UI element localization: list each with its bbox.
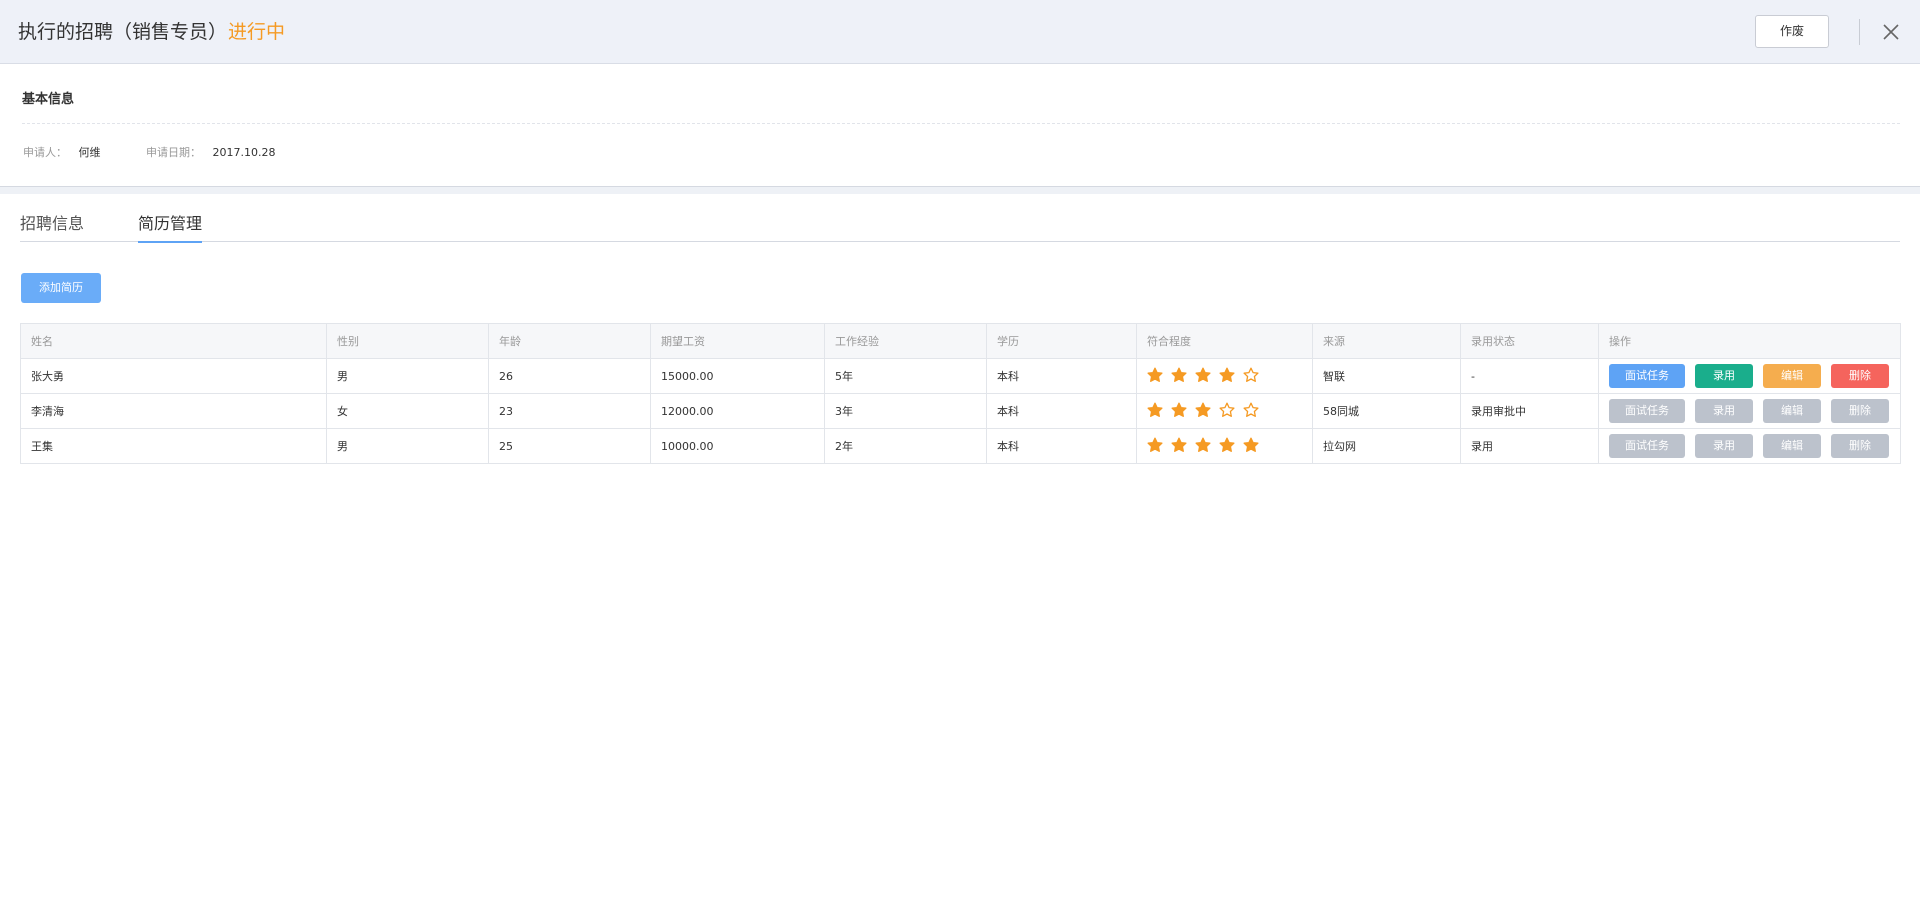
resume-table: 姓名 性别 年龄 期望工资 工作经验 学历 符合程度 来源 录用状态 操作 张大…	[20, 323, 1901, 464]
status-cell: 录用审批中	[1460, 393, 1599, 429]
column-header-education: 学历	[986, 323, 1137, 359]
actions-cell: 面试任务 录用 编辑 删除	[1598, 393, 1901, 429]
source-cell: 智联	[1312, 358, 1461, 394]
match-rating-cell	[1136, 428, 1313, 464]
star-filled-icon	[1219, 367, 1235, 382]
star-filled-icon	[1243, 437, 1259, 452]
experience-cell: 3年	[824, 393, 987, 429]
status-label: 进行中	[228, 21, 286, 43]
name-cell: 王集	[20, 428, 327, 464]
column-header-age: 年龄	[488, 323, 651, 359]
star-empty-icon	[1243, 367, 1259, 382]
page-header: 执行的招聘（销售专员） 进行中 作废	[0, 0, 1920, 64]
tab-resume-management[interactable]: 简历管理	[138, 210, 203, 243]
actions-cell: 面试任务 录用 编辑 删除	[1598, 428, 1901, 464]
salary-cell: 10000.00	[650, 428, 825, 464]
column-header-name: 姓名	[20, 323, 327, 359]
void-button[interactable]: 作废	[1755, 15, 1829, 48]
experience-cell: 5年	[824, 358, 987, 394]
star-filled-icon	[1147, 367, 1163, 382]
star-filled-icon	[1147, 402, 1163, 417]
section-separator	[0, 186, 1920, 194]
star-empty-icon	[1243, 402, 1259, 417]
education-cell: 本科	[986, 428, 1137, 464]
actions-cell: 面试任务 录用 编辑 删除	[1598, 358, 1901, 394]
hire-button[interactable]: 录用	[1695, 364, 1753, 388]
edit-button[interactable]: 编辑	[1763, 434, 1821, 458]
apply-date-label: 申请日期：	[146, 146, 201, 159]
rating-stars	[1147, 402, 1259, 418]
basic-info-section: 基本信息 申请人： 何维 申请日期： 2017.10.28	[0, 64, 1920, 186]
edit-button[interactable]: 编辑	[1763, 399, 1821, 423]
delete-button[interactable]: 删除	[1831, 434, 1889, 458]
name-cell: 李清海	[20, 393, 327, 429]
status-cell: 录用	[1460, 428, 1599, 464]
header-divider	[1859, 19, 1860, 45]
star-filled-icon	[1147, 437, 1163, 452]
table-row: 李清海女 23 12000.00 3年 本科 58同城 录用审批中 面试任务 录用 编辑 删除	[20, 393, 1901, 429]
salary-cell: 15000.00	[650, 358, 825, 394]
table-row: 张大勇男 26 15000.00 5年 本科 智联 - 面试任务 录用 编辑 删除	[20, 358, 1901, 394]
hire-button[interactable]: 录用	[1695, 434, 1753, 458]
page-title: 执行的招聘（销售专员）	[18, 21, 228, 43]
match-rating-cell	[1136, 393, 1313, 429]
experience-cell: 2年	[824, 428, 987, 464]
row-actions: 面试任务 录用 编辑 删除	[1609, 364, 1889, 388]
star-filled-icon	[1195, 367, 1211, 382]
column-header-source: 来源	[1312, 323, 1461, 359]
star-filled-icon	[1171, 367, 1187, 382]
gender-cell: 男	[326, 428, 489, 464]
status-cell: -	[1460, 358, 1599, 394]
star-filled-icon	[1195, 402, 1211, 417]
match-rating-cell	[1136, 358, 1313, 394]
name-cell: 张大勇	[20, 358, 327, 394]
delete-button[interactable]: 删除	[1831, 399, 1889, 423]
age-cell: 23	[488, 393, 651, 429]
age-cell: 26	[488, 358, 651, 394]
rating-stars	[1147, 367, 1259, 383]
close-icon[interactable]	[1880, 21, 1902, 43]
rating-stars	[1147, 437, 1259, 453]
star-filled-icon	[1195, 437, 1211, 452]
education-cell: 本科	[986, 358, 1137, 394]
interview-task-button[interactable]: 面试任务	[1609, 364, 1685, 388]
star-filled-icon	[1171, 402, 1187, 417]
tab-recruitment-info[interactable]: 招聘信息	[20, 210, 84, 242]
star-filled-icon	[1219, 437, 1235, 452]
column-header-salary: 期望工资	[650, 323, 825, 359]
hire-button[interactable]: 录用	[1695, 399, 1753, 423]
delete-button[interactable]: 删除	[1831, 364, 1889, 388]
star-empty-icon	[1219, 402, 1235, 417]
edit-button[interactable]: 编辑	[1763, 364, 1821, 388]
source-cell: 58同城	[1312, 393, 1461, 429]
basic-info-title: 基本信息	[22, 92, 75, 107]
tab-bar: 招聘信息 简历管理	[20, 194, 1900, 243]
applicant-label: 申请人：	[23, 146, 67, 159]
row-actions: 面试任务 录用 编辑 删除	[1609, 434, 1889, 458]
column-header-status: 录用状态	[1460, 323, 1599, 359]
gender-cell: 男	[326, 358, 489, 394]
applicant-value: 何维	[78, 146, 101, 159]
salary-cell: 12000.00	[650, 393, 825, 429]
gender-cell: 女	[326, 393, 489, 429]
table-header-row: 姓名 性别 年龄 期望工资 工作经验 学历 符合程度 来源 录用状态 操作	[20, 323, 1901, 359]
age-cell: 25	[488, 428, 651, 464]
education-cell: 本科	[986, 393, 1137, 429]
divider	[22, 123, 1900, 124]
applicant-field: 申请人： 何维	[23, 144, 101, 160]
row-actions: 面试任务 录用 编辑 删除	[1609, 399, 1889, 423]
apply-date-value: 2017.10.28	[212, 146, 276, 159]
column-header-match: 符合程度	[1136, 323, 1313, 359]
interview-task-button[interactable]: 面试任务	[1609, 399, 1685, 423]
source-cell: 拉勾网	[1312, 428, 1461, 464]
interview-task-button[interactable]: 面试任务	[1609, 434, 1685, 458]
column-header-actions: 操作	[1598, 323, 1901, 359]
add-resume-button[interactable]: 添加简历	[21, 273, 101, 303]
column-header-gender: 性别	[326, 323, 489, 359]
table-row: 王集男 25 10000.00 2年 本科 拉勾网 录用 面试任务 录用 编辑 删除	[20, 428, 1901, 464]
column-header-experience: 工作经验	[824, 323, 987, 359]
apply-date-field: 申请日期： 2017.10.28	[146, 144, 275, 160]
star-filled-icon	[1171, 437, 1187, 452]
